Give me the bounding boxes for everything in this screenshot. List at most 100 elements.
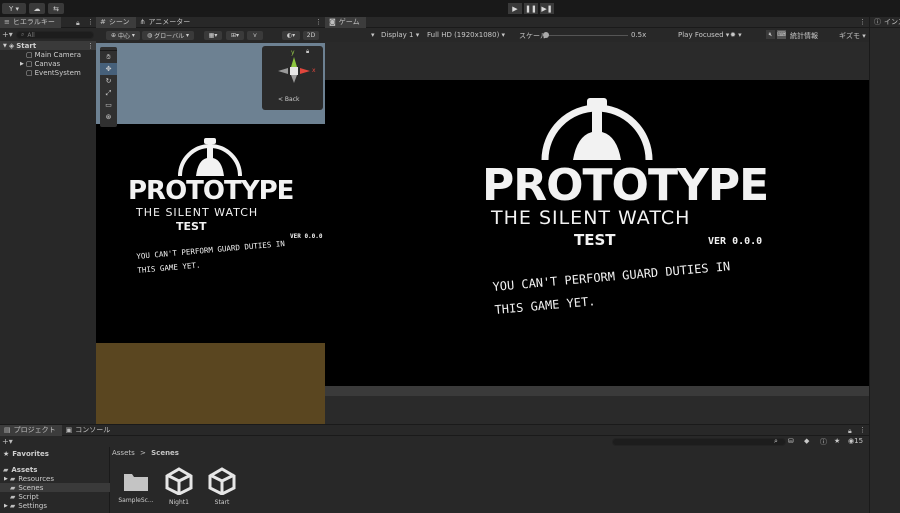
scale-value: 0.5x <box>631 31 647 39</box>
create-button[interactable]: +▾ <box>2 437 13 446</box>
hierarchy-row-scene[interactable]: ▼ ◈ Start ⋮ <box>0 41 96 50</box>
tab-console[interactable]: ▣ コンソール <box>62 425 117 436</box>
list-icon: ≡ <box>4 18 10 26</box>
assets-row[interactable]: ▰ Assets <box>3 465 37 474</box>
game-scrollbar[interactable] <box>325 386 869 396</box>
back-button[interactable]: < Back <box>278 96 300 103</box>
project-search-input[interactable] <box>612 438 786 446</box>
add-icon[interactable]: +▾ <box>2 30 13 39</box>
global-dropdown[interactable]: ◍ グローバル ▾ <box>142 31 194 40</box>
breadcrumb-item[interactable]: Assets <box>112 449 135 457</box>
snap-increment-button[interactable]: ⊞▾ <box>226 31 244 40</box>
play-mode-dropdown[interactable]: Play Focused ▾ <box>678 31 729 39</box>
game-viewport[interactable]: PROTOTYPE THE SILENT WATCH TEST VER 0.0.… <box>325 42 869 424</box>
resolution-dropdown[interactable]: Full HD (1920x1080) ▾ <box>427 31 505 39</box>
expand-arrow-icon: ▼ <box>3 42 7 49</box>
more-icon[interactable]: ⋮ <box>859 426 866 434</box>
asset-item[interactable]: Night1 <box>159 467 199 506</box>
gamepad-icon: ◙ <box>329 18 336 26</box>
scene-toolbar: ⊕ 中心 ▾ ◍ グローバル ▾ ▦▾ ⊞▾ ⋎ ◐▾ 2D <box>96 28 325 43</box>
account-button[interactable]: Y ▾ <box>2 3 26 14</box>
hierarchy-row[interactable]: ▢ EventSystem <box>0 68 96 77</box>
folder-row-selected[interactable]: ▰ Scenes <box>0 483 110 492</box>
more-icon[interactable]: ⋮ <box>87 18 94 26</box>
rotate-tool-icon[interactable]: ↻ <box>100 75 117 87</box>
pause-icon: ❚❚ <box>525 4 537 13</box>
pivot-label: 中心 <box>118 33 131 40</box>
pivot-dropdown[interactable]: ⊕ 中心 ▾ <box>106 31 140 40</box>
mute-audio-button[interactable]: 🔇︎ <box>766 30 775 39</box>
asset-label: Start <box>214 499 230 506</box>
tab-inspector[interactable]: ⓘ インスペクター <box>870 17 900 27</box>
lock-icon[interactable]: 🔒︎ <box>848 427 852 436</box>
orientation-gizmo[interactable]: 🔒︎ y x < Back <box>262 46 323 110</box>
display-dropdown[interactable]: Display 1 ▾ <box>381 31 419 39</box>
game-mode-dropdown[interactable]: ▾ <box>371 31 375 39</box>
lock-icon[interactable]: 🔒︎ <box>76 19 80 28</box>
transform-tool-icon[interactable]: ⊛ <box>100 111 117 123</box>
account-label: Y <box>8 4 14 13</box>
collab-icon[interactable]: ⇆ <box>48 3 64 14</box>
letterbox-top <box>325 42 869 80</box>
warning-filter-icon[interactable]: ⓘ <box>820 437 827 447</box>
more-icon[interactable]: ⋮ <box>859 18 866 26</box>
rect-tool-icon[interactable]: ▭ <box>100 99 117 111</box>
axis-gizmo-icon <box>278 57 310 83</box>
gameobject-icon: ▢ <box>26 50 33 59</box>
splash-title: PROTOTYPE <box>128 176 294 206</box>
tab-scene[interactable]: # シーン <box>96 16 136 28</box>
game-canvas: PROTOTYPE THE SILENT WATCH TEST VER 0.0.… <box>325 80 869 386</box>
splash-test-label: TEST <box>176 220 207 233</box>
scale-slider-handle[interactable] <box>543 32 549 38</box>
label-filter-icon[interactable]: ◆ <box>804 437 809 445</box>
folder-icon: ▰ <box>10 492 16 501</box>
favorite-icon[interactable]: ★ <box>834 437 840 445</box>
shortcuts-button[interactable]: ⌨ <box>777 30 786 39</box>
grid-snap-button[interactable]: ▦▾ <box>204 31 222 40</box>
asset-item[interactable]: SampleSc... <box>116 469 156 504</box>
scene-viewport[interactable]: PROTOTYPE THE SILENT WATCH TEST VER 0.0.… <box>96 43 325 424</box>
tab-project[interactable]: ▤ プロジェクト <box>0 424 62 436</box>
pause-button[interactable]: ❚❚ <box>524 3 538 14</box>
mode-2d-button[interactable]: 2D <box>303 31 319 40</box>
more-icon[interactable]: ⋮ <box>87 42 94 50</box>
splash-test-label: TEST <box>574 231 616 249</box>
mode-2d-label: 2D <box>306 32 316 39</box>
hierarchy-row[interactable]: ▢ Main Camera <box>0 50 96 59</box>
play-button[interactable]: ▶ <box>508 3 522 14</box>
hierarchy-search-input[interactable]: ⌕ All <box>16 31 94 39</box>
folder-row[interactable]: ▶ ▰ Resources <box>4 474 110 483</box>
folder-row[interactable]: ▰ Script <box>10 492 39 501</box>
splash-message-line2: THIS GAME YET. <box>494 294 596 317</box>
console-icon: ▣ <box>65 426 73 434</box>
folder-open-icon: ▰ <box>3 465 9 474</box>
stats-button[interactable]: 統計情報 <box>790 31 818 41</box>
hierarchy-row[interactable]: ▶ ▢ Canvas <box>0 59 96 68</box>
tab-animator[interactable]: ⋔ アニメーター <box>136 17 197 28</box>
gizmos-dropdown[interactable]: ギズモ ▾ <box>839 31 866 41</box>
draw-mode-button[interactable]: ◐▾ <box>282 31 300 40</box>
logo-arch-icon <box>178 138 242 176</box>
type-filter-icon[interactable]: ⛁ <box>788 437 794 445</box>
snap-icon: ⊞▾ <box>230 32 240 39</box>
scene-header: # シーン ⋔ アニメーター ⋮ <box>96 16 325 28</box>
play-mode-label: Play Focused <box>678 31 724 39</box>
more-icon[interactable]: ⋮ <box>315 18 322 26</box>
folder-row[interactable]: ▶ ▰ Settings <box>4 501 47 510</box>
step-button[interactable]: ▶❚ <box>540 3 554 14</box>
splash-version: VER 0.0.0 <box>290 233 323 240</box>
scale-tool-icon[interactable]: ⤢ <box>100 87 117 99</box>
breadcrumb-item[interactable]: Scenes <box>151 449 179 457</box>
tab-game[interactable]: ◙ ゲーム <box>325 16 366 28</box>
snap-button[interactable]: ⋎ <box>247 31 263 40</box>
splash-title: PROTOTYPE <box>482 160 769 211</box>
hand-tool-icon[interactable]: ✋︎ <box>100 51 117 63</box>
favorites-row[interactable]: ★ Favorites <box>3 449 49 458</box>
audio-button[interactable]: ✹ ▾ <box>730 31 742 39</box>
asset-item[interactable]: Start <box>202 467 242 506</box>
splash-message-line2: THIS GAME YET. <box>137 260 201 275</box>
tab-hierarchy[interactable]: ≡ ヒエラルキー <box>0 16 61 28</box>
scale-slider-track[interactable] <box>545 35 628 36</box>
move-tool-icon[interactable]: ✥ <box>100 63 117 75</box>
cloud-icon[interactable]: ☁ <box>29 3 45 14</box>
